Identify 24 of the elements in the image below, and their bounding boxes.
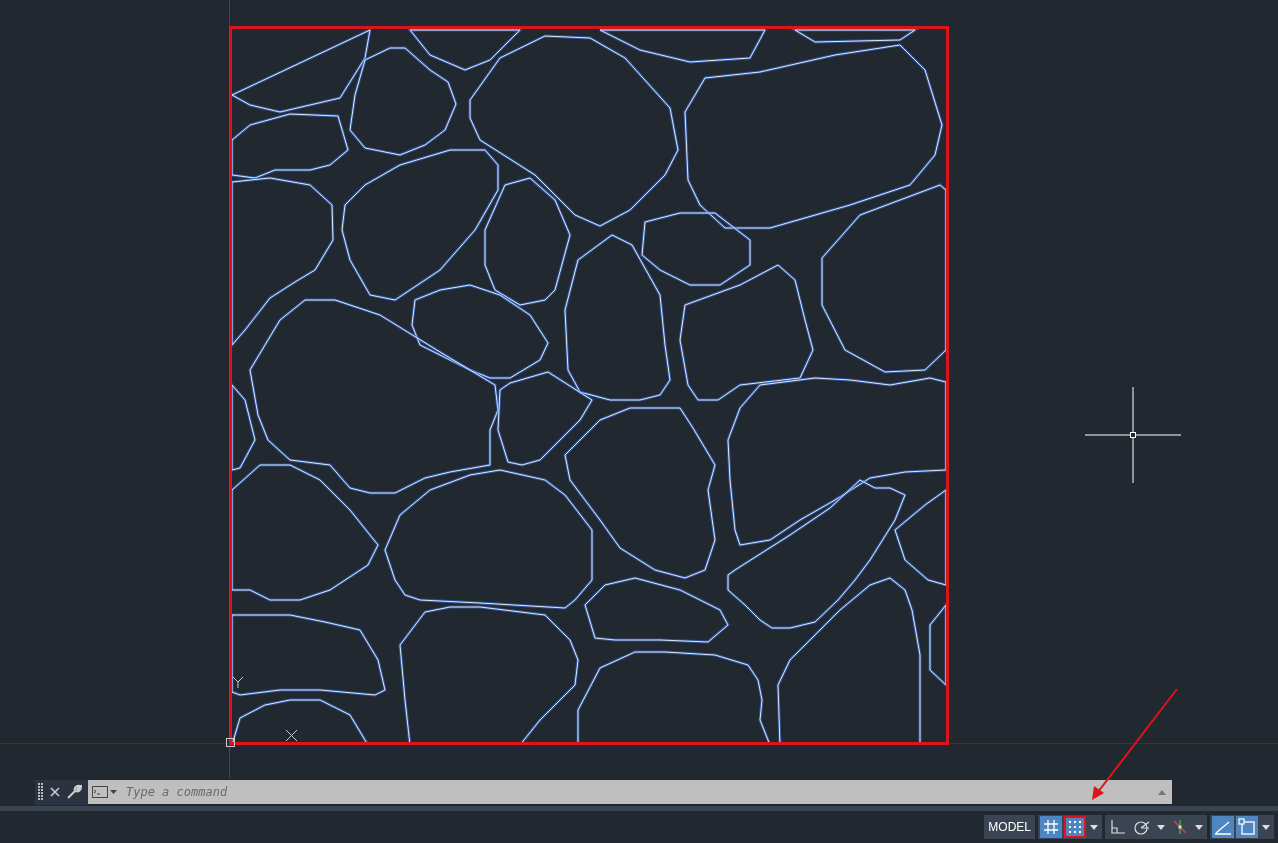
dynamic-toggle[interactable] [1212,816,1234,838]
command-input[interactable]: Type a command [124,784,1152,800]
grip-handle-icon[interactable] [38,783,44,801]
terminal-icon[interactable] [92,786,118,798]
polar-angle-icon [1133,819,1151,835]
command-line-field[interactable]: Type a command [88,780,1172,804]
caret-icon [1090,824,1098,830]
wrench-icon[interactable] [66,784,82,800]
grid-icon [1043,819,1059,835]
selection-toggle[interactable] [1236,816,1258,838]
snap-toggle[interactable] [1064,816,1086,838]
close-icon[interactable] [50,787,60,797]
grid-toggle[interactable] [1040,816,1062,838]
ucs-axes-icon [226,676,298,747]
right-angle-icon [1110,819,1126,835]
dot-grid-icon [1068,820,1082,834]
caret-icon [1262,824,1270,830]
tracking-lines-icon [1172,819,1188,835]
crosshair-cursor-icon [1084,386,1182,484]
selection-box-icon [1238,818,1256,836]
model-space-button[interactable]: MODEL [984,815,1035,839]
caret-icon [1195,824,1203,830]
diagonal-line-icon [1214,819,1232,835]
caret-icon [1157,824,1165,830]
